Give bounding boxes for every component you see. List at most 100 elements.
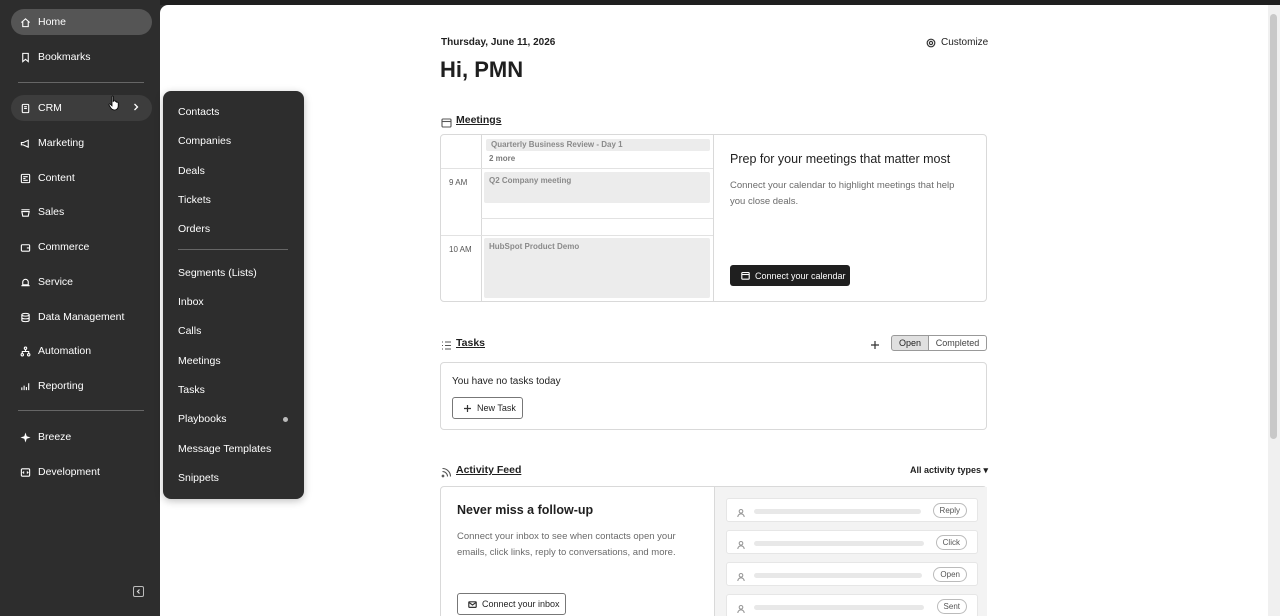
activity-type-badge: Click bbox=[935, 535, 967, 550]
bell-icon bbox=[19, 276, 31, 288]
sidebar-item-label: Reporting bbox=[38, 380, 84, 392]
connect-calendar-label: Connect your calendar bbox=[755, 270, 846, 281]
sidebar-item-label: Bookmarks bbox=[38, 51, 91, 63]
sidebar-item-label: Development bbox=[38, 466, 100, 478]
sidebar-item-sales[interactable]: Sales bbox=[11, 199, 152, 225]
activity-type-filter[interactable]: All activity types ▾ bbox=[910, 465, 988, 476]
customize-label: Customize bbox=[941, 37, 989, 48]
sidebar-item-label: Commerce bbox=[38, 241, 90, 253]
workflow-icon bbox=[19, 345, 31, 357]
mouse-cursor-icon bbox=[108, 95, 119, 111]
sidebar-item-label: CRM bbox=[38, 102, 62, 114]
menu-item-calls[interactable]: Calls bbox=[178, 325, 201, 337]
menu-item-deals[interactable]: Deals bbox=[178, 165, 205, 177]
sidebar-item-crm[interactable]: CRM bbox=[11, 95, 152, 121]
sidebar-item-service[interactable]: Service bbox=[11, 269, 152, 295]
sidebar-item-development[interactable]: Development bbox=[11, 459, 152, 485]
chart-icon bbox=[19, 380, 31, 392]
calendar-more-link[interactable]: 2 more bbox=[489, 154, 515, 163]
calendar-event[interactable]: HubSpot Product Demo bbox=[484, 238, 710, 298]
activity-preview-row: Click bbox=[726, 530, 978, 554]
connect-inbox-label: Connect your inbox bbox=[482, 599, 560, 609]
menu-item-meetings[interactable]: Meetings bbox=[178, 355, 221, 367]
activity-type-badge: Reply bbox=[932, 503, 967, 518]
sidebar-item-reporting[interactable]: Reporting bbox=[11, 373, 152, 399]
placeholder-bar bbox=[754, 509, 921, 514]
menu-item-segments[interactable]: Segments (Lists) bbox=[178, 267, 257, 279]
task-list-icon bbox=[441, 338, 452, 350]
scrollbar-thumb[interactable] bbox=[1270, 14, 1277, 439]
meetings-prep-text: Connect your calendar to highlight meeti… bbox=[730, 180, 955, 207]
page-title: Hi, PMN bbox=[440, 57, 524, 82]
sidebar-item-breeze[interactable]: Breeze bbox=[11, 424, 152, 450]
menu-item-contacts[interactable]: Contacts bbox=[178, 106, 219, 118]
customize-button[interactable]: Customize bbox=[926, 37, 988, 48]
calendar-grid-line bbox=[441, 168, 713, 169]
menu-item-tasks[interactable]: Tasks bbox=[178, 384, 205, 396]
add-task-icon[interactable] bbox=[870, 337, 880, 349]
sidebar-item-marketing[interactable]: Marketing bbox=[11, 130, 152, 156]
collapse-sidebar-button[interactable] bbox=[133, 586, 144, 597]
current-date: Thursday, June 11, 2026 bbox=[441, 37, 556, 48]
activity-type-badge: Open bbox=[933, 567, 967, 582]
envelope-icon bbox=[468, 600, 477, 608]
calendar-grid-line bbox=[481, 218, 713, 219]
sidebar-item-label: Breeze bbox=[38, 431, 72, 443]
calendar-time-label: 9 AM bbox=[449, 178, 468, 187]
activity-preview-row: Open bbox=[726, 562, 978, 586]
placeholder-bar bbox=[754, 573, 922, 578]
tasks-card bbox=[440, 362, 987, 430]
activity-feed-title[interactable]: Activity Feed bbox=[456, 464, 521, 476]
menu-divider bbox=[178, 249, 288, 250]
calendar-event-allday[interactable]: Quarterly Business Review - Day 1 bbox=[486, 139, 710, 151]
sidebar-item-bookmarks[interactable]: Bookmarks bbox=[11, 44, 152, 70]
sidebar-item-label: Marketing bbox=[38, 137, 85, 149]
menu-item-inbox[interactable]: Inbox bbox=[178, 296, 204, 308]
menu-item-snippets[interactable]: Snippets bbox=[178, 472, 219, 484]
calendar-icon bbox=[741, 271, 750, 280]
caret-down-icon: ▾ bbox=[983, 465, 989, 475]
activity-preview-row: Reply bbox=[726, 498, 978, 522]
sidebar-divider bbox=[18, 410, 144, 411]
menu-item-message-templates[interactable]: Message Templates bbox=[178, 443, 271, 455]
sidebar-item-label: Automation bbox=[38, 345, 92, 357]
connect-inbox-button[interactable]: Connect your inbox bbox=[457, 593, 566, 615]
sidebar-item-label: Service bbox=[38, 276, 74, 288]
sidebar: Home Bookmarks CRM Marketing Content Sal… bbox=[0, 0, 160, 616]
activity-preview-row: Sent bbox=[726, 594, 978, 616]
activity-type-badge: Sent bbox=[936, 599, 967, 614]
sparkle-icon bbox=[19, 431, 31, 443]
tab-completed[interactable]: Completed bbox=[928, 335, 987, 351]
menu-item-companies[interactable]: Companies bbox=[178, 135, 231, 147]
tasks-empty-message: You have no tasks today bbox=[452, 376, 561, 387]
tasks-title[interactable]: Tasks bbox=[456, 337, 485, 349]
connect-calendar-button[interactable]: Connect your calendar bbox=[730, 265, 850, 286]
collapse-icon bbox=[136, 589, 140, 594]
menu-item-orders[interactable]: Orders bbox=[178, 223, 210, 235]
sidebar-item-automation[interactable]: Automation bbox=[11, 338, 152, 364]
calendar-time-label: 10 AM bbox=[449, 245, 472, 254]
tab-open[interactable]: Open bbox=[891, 335, 929, 351]
menu-item-tickets[interactable]: Tickets bbox=[178, 194, 211, 206]
contact-icon bbox=[736, 505, 746, 518]
meetings-prep-heading: Prep for your meetings that matter most bbox=[730, 152, 951, 166]
sales-icon bbox=[19, 206, 31, 218]
sidebar-item-data-management[interactable]: Data Management bbox=[11, 304, 152, 330]
bookmark-icon bbox=[19, 51, 31, 63]
new-task-button[interactable]: New Task bbox=[452, 397, 523, 419]
calendar-grid-line bbox=[441, 235, 713, 236]
home-icon bbox=[19, 16, 31, 28]
activity-heading: Never miss a follow-up bbox=[457, 503, 594, 517]
sidebar-item-home[interactable]: Home bbox=[11, 9, 152, 35]
new-task-label: New Task bbox=[477, 403, 516, 413]
content-icon bbox=[19, 172, 31, 184]
meetings-title[interactable]: Meetings bbox=[456, 114, 502, 126]
calendar-event[interactable]: Q2 Company meeting bbox=[484, 172, 710, 203]
crm-flyout-menu: Contacts Companies Deals Tickets Orders … bbox=[163, 91, 304, 499]
menu-item-playbooks[interactable]: Playbooks bbox=[178, 413, 226, 425]
sidebar-item-commerce[interactable]: Commerce bbox=[11, 234, 152, 260]
placeholder-bar bbox=[754, 605, 924, 610]
activity-text: Connect your inbox to see when contacts … bbox=[457, 531, 676, 558]
sidebar-item-label: Sales bbox=[38, 206, 65, 218]
sidebar-item-content[interactable]: Content bbox=[11, 165, 152, 191]
